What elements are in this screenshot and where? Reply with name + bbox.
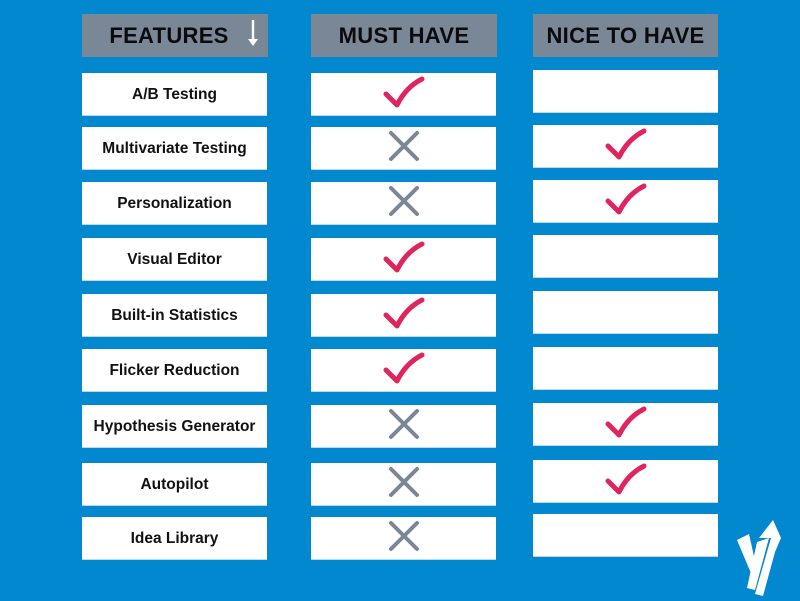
- feature-cell: Autopilot: [82, 463, 267, 506]
- features-header: FEATURES: [82, 14, 268, 57]
- cross-icon: [387, 465, 421, 504]
- must-have-cell: [311, 517, 496, 560]
- features-header-label: FEATURES: [109, 22, 229, 48]
- must-have-cell: [311, 127, 496, 170]
- nice-to-have-cell: [533, 70, 718, 113]
- nice-to-have-cell: [533, 125, 718, 168]
- must-have-header: MUST HAVE: [311, 14, 497, 57]
- feature-cell: Hypothesis Generator: [82, 405, 267, 448]
- brand-logo-icon: [735, 518, 785, 601]
- nice-to-have-cell: [533, 347, 718, 390]
- check-icon: [382, 75, 426, 114]
- must-have-cell: [311, 405, 496, 448]
- must-have-cell: [311, 238, 496, 281]
- must-have-header-label: MUST HAVE: [338, 22, 470, 48]
- nice-to-have-cell: [533, 291, 718, 334]
- check-icon: [604, 462, 648, 501]
- cross-icon: [387, 129, 421, 168]
- feature-cell: Personalization: [82, 182, 267, 225]
- feature-cell: Idea Library: [82, 517, 267, 560]
- nice-to-have-cell: [533, 180, 718, 223]
- check-icon: [382, 240, 426, 279]
- nice-to-have-header: NICE TO HAVE: [533, 14, 718, 57]
- must-have-cell: [311, 182, 496, 225]
- check-icon: [604, 127, 648, 166]
- must-have-cell: [311, 463, 496, 506]
- check-icon: [382, 296, 426, 335]
- must-have-cell: [311, 73, 496, 116]
- feature-cell: Visual Editor: [82, 238, 267, 281]
- check-icon: [382, 351, 426, 390]
- arrow-down-icon: [247, 18, 259, 54]
- nice-to-have-cell: [533, 235, 718, 278]
- check-icon: [604, 405, 648, 444]
- must-have-cell: [311, 294, 496, 337]
- nice-to-have-header-label: NICE TO HAVE: [546, 22, 705, 48]
- nice-to-have-cell: [533, 460, 718, 503]
- must-have-cell: [311, 349, 496, 392]
- feature-cell: A/B Testing: [82, 73, 267, 116]
- feature-cell: Built-in Statistics: [82, 294, 267, 337]
- check-icon: [604, 182, 648, 221]
- cross-icon: [387, 519, 421, 558]
- nice-to-have-cell: [533, 514, 718, 557]
- cross-icon: [387, 184, 421, 223]
- nice-to-have-cell: [533, 403, 718, 446]
- feature-cell: Multivariate Testing: [82, 127, 267, 170]
- cross-icon: [387, 407, 421, 446]
- feature-cell: Flicker Reduction: [82, 349, 267, 392]
